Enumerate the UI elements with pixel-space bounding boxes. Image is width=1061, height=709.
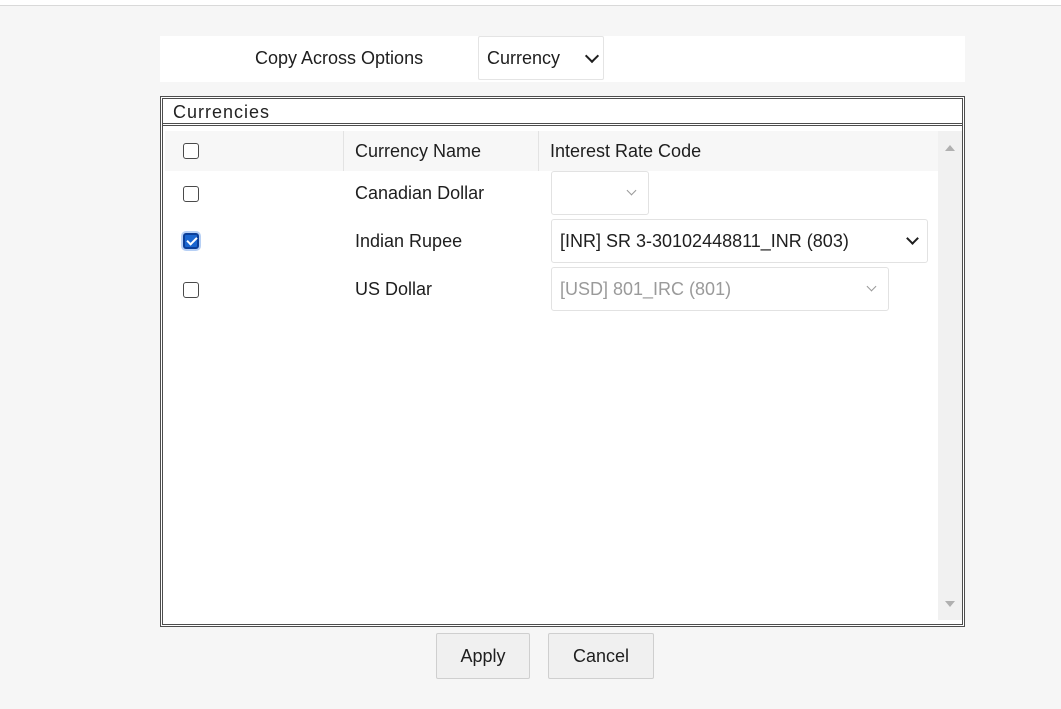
- currency-name: Canadian Dollar: [355, 183, 485, 203]
- copy-across-options-bar: Copy Across Options Currency: [160, 36, 965, 82]
- copy-across-options-value: Currency: [487, 48, 561, 68]
- currencies-panel: Currencies Currency Name Interest Rate C…: [160, 96, 965, 627]
- row-checkbox[interactable]: [183, 233, 199, 249]
- top-divider: [0, 0, 1061, 6]
- select-all-checkbox[interactable]: [183, 143, 199, 159]
- scroll-down-arrow-icon[interactable]: [945, 601, 955, 607]
- copy-across-options-label: Copy Across Options: [255, 48, 424, 68]
- table-row: Canadian Dollar: [165, 171, 938, 217]
- cancel-button[interactable]: Cancel: [548, 633, 654, 679]
- copy-across-options-select[interactable]: Currency: [478, 36, 604, 80]
- row-checkbox[interactable]: [183, 186, 199, 202]
- column-divider: [538, 131, 539, 171]
- panel-title-bar: Currencies: [163, 99, 962, 126]
- grid-scrollbar[interactable]: [938, 131, 962, 620]
- currency-name: US Dollar: [355, 279, 433, 299]
- scroll-up-arrow-icon[interactable]: [945, 145, 955, 151]
- grid-header: Currency Name Interest Rate Code: [165, 131, 938, 171]
- currencies-grid: Currency Name Interest Rate Code Canadia…: [165, 131, 938, 620]
- column-divider: [343, 131, 344, 171]
- chevron-down-icon: [584, 48, 600, 64]
- interest-rate-code-select[interactable]: [USD] 801_IRC (801): [551, 267, 889, 311]
- column-header-interest-rate-code[interactable]: Interest Rate Code: [550, 141, 701, 162]
- row-checkbox[interactable]: [183, 282, 199, 298]
- column-header-currency-name[interactable]: Currency Name: [355, 141, 481, 162]
- chevron-down-icon: [866, 281, 877, 292]
- chevron-down-icon: [906, 232, 919, 245]
- interest-rate-code-value: [USD] 801_IRC (801): [560, 279, 732, 299]
- currency-name: Indian Rupee: [355, 231, 463, 251]
- chevron-down-icon: [626, 185, 637, 196]
- table-row: US Dollar [USD] 801_IRC (801): [165, 267, 938, 313]
- interest-rate-code-value: [INR] SR 3-30102448811_INR (803): [560, 231, 849, 251]
- table-row: Indian Rupee [INR] SR 3-30102448811_INR …: [165, 219, 938, 265]
- panel-title: Currencies: [173, 102, 271, 122]
- page: Copy Across Options Currency Currencies …: [0, 0, 1061, 709]
- apply-button[interactable]: Apply: [436, 633, 530, 679]
- interest-rate-code-select[interactable]: [551, 171, 649, 215]
- interest-rate-code-select[interactable]: [INR] SR 3-30102448811_INR (803): [551, 219, 928, 263]
